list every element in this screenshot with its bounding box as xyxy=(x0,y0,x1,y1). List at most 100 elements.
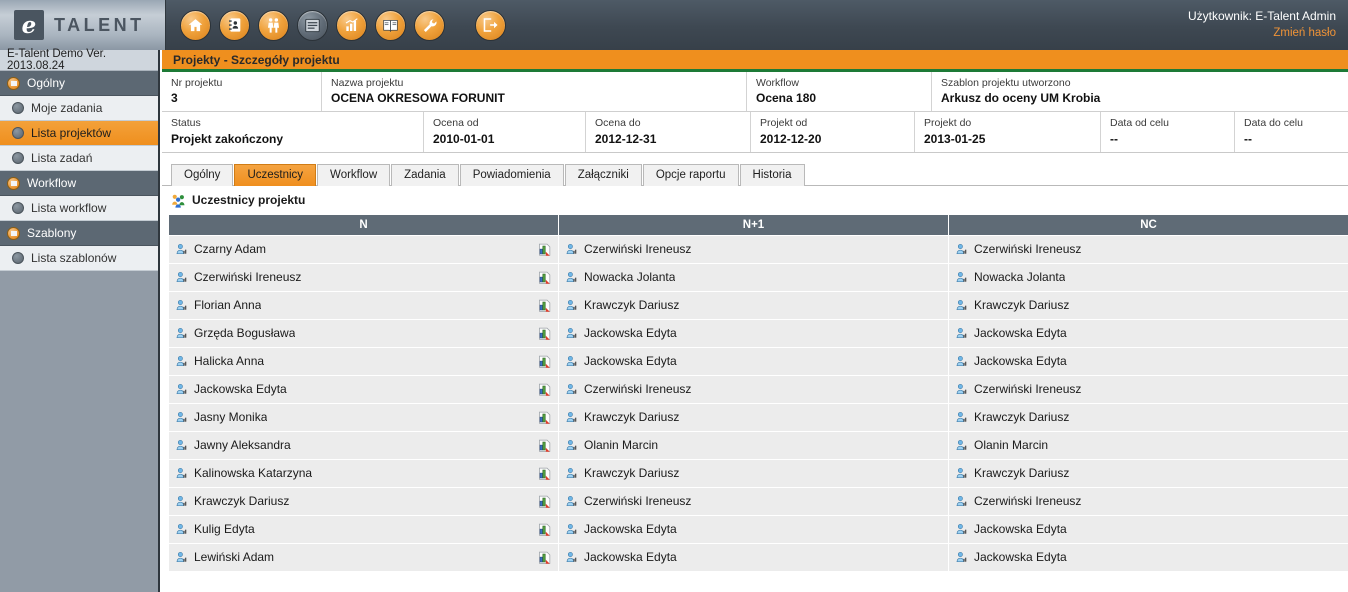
participant-name: Halicka Anna xyxy=(194,354,265,369)
column-header-nc[interactable]: NC xyxy=(948,213,1348,236)
row-report-button[interactable] xyxy=(537,298,552,313)
sidebar-item-lista-workflow[interactable]: Lista workflow xyxy=(0,196,158,221)
logout-icon[interactable] xyxy=(475,9,506,41)
row-report-button[interactable] xyxy=(537,438,552,453)
participant-name: Florian Anna xyxy=(194,298,262,313)
cell-n[interactable]: Jawny Aleksandra xyxy=(168,430,559,460)
user-icon xyxy=(176,355,187,366)
row-report-button[interactable] xyxy=(537,270,552,285)
cell-n[interactable]: Jasny Monika xyxy=(168,402,559,432)
cell-nc[interactable]: Czerwiński Ireneusz xyxy=(948,486,1348,516)
row-report-button[interactable] xyxy=(537,466,552,481)
cell-n[interactable]: Halicka Anna xyxy=(168,346,559,376)
tab-powiadomienia[interactable]: Powiadomienia xyxy=(459,163,564,186)
cell-n1[interactable]: Krawczyk Dariusz xyxy=(558,402,949,432)
row-report-button[interactable] xyxy=(537,550,552,565)
cell-n[interactable]: Florian Anna xyxy=(168,290,559,320)
tab-zadania[interactable]: Zadania xyxy=(391,163,459,186)
report-chart-icon[interactable] xyxy=(537,466,552,481)
cell-nc[interactable]: Czerwiński Ireneusz xyxy=(948,234,1348,264)
cell-nc[interactable]: Nowacka Jolanta xyxy=(948,262,1348,292)
participant-name: Czerwiński Ireneusz xyxy=(584,494,692,509)
cell-n[interactable]: Grzęda Bogusława xyxy=(168,318,559,348)
bar-chart-icon[interactable] xyxy=(336,9,367,41)
row-report-button[interactable] xyxy=(537,354,552,369)
home-icon[interactable] xyxy=(180,9,211,41)
app-logo[interactable]: e TALENT xyxy=(0,0,166,50)
cell-n[interactable]: Czerwiński Ireneusz xyxy=(168,262,559,292)
row-report-button[interactable] xyxy=(537,326,552,341)
cell-nc[interactable]: Olanin Marcin xyxy=(948,430,1348,460)
report-chart-icon[interactable] xyxy=(537,326,552,341)
report-chart-icon[interactable] xyxy=(537,438,552,453)
cell-n1[interactable]: Jackowska Edyta xyxy=(558,346,949,376)
tab-label: Ogólny xyxy=(184,169,221,182)
row-report-button[interactable] xyxy=(537,522,552,537)
report-chart-icon[interactable] xyxy=(537,354,552,369)
cell-n1[interactable]: Czerwiński Ireneusz xyxy=(558,486,949,516)
cell-n[interactable]: Lewiński Adam xyxy=(168,542,559,572)
tab-opcje-raportu[interactable]: Opcje raportu xyxy=(642,163,739,186)
cell-nc[interactable]: Krawczyk Dariusz xyxy=(948,402,1348,432)
tab-ogolny[interactable]: Ogólny xyxy=(171,163,234,186)
cell-nc[interactable]: Jackowska Edyta xyxy=(948,542,1348,572)
cell-nc[interactable]: Jackowska Edyta xyxy=(948,514,1348,544)
sidebar-item-lista-zadan[interactable]: Lista zadań xyxy=(0,146,158,171)
cell-n1[interactable]: Czerwiński Ireneusz xyxy=(558,234,949,264)
cell-n[interactable]: Krawczyk Dariusz xyxy=(168,486,559,516)
cell-nc[interactable]: Czerwiński Ireneusz xyxy=(948,374,1348,404)
people-icon[interactable] xyxy=(258,9,289,41)
row-report-button[interactable] xyxy=(537,494,552,509)
report-chart-icon[interactable] xyxy=(537,382,552,397)
tab-historia[interactable]: Historia xyxy=(739,163,805,186)
cell-n1[interactable]: Jackowska Edyta xyxy=(558,542,949,572)
row-report-button[interactable] xyxy=(537,242,552,257)
report-chart-icon[interactable] xyxy=(537,522,552,537)
table-row: Grzęda Bogusława Jackowska Edyta Jackowska… xyxy=(168,318,1348,348)
sidebar-item-lista-projektow[interactable]: Lista projektów xyxy=(0,121,158,146)
user-icon xyxy=(956,243,967,254)
sidebar-group-szablony[interactable]: Szablony xyxy=(0,221,158,246)
book-icon[interactable] xyxy=(375,9,406,41)
cell-n1[interactable]: Krawczyk Dariusz xyxy=(558,458,949,488)
section-heading: Uczestnicy projektu xyxy=(162,186,1348,214)
sidebar-group-workflow[interactable]: Workflow xyxy=(0,171,158,196)
report-chart-icon[interactable] xyxy=(537,242,552,257)
list-icon[interactable] xyxy=(297,9,328,41)
cell-n1[interactable]: Nowacka Jolanta xyxy=(558,262,949,292)
report-chart-icon[interactable] xyxy=(537,550,552,565)
address-book-icon[interactable] xyxy=(219,9,250,41)
cell-nc[interactable]: Krawczyk Dariusz xyxy=(948,290,1348,320)
tab-workflow[interactable]: Workflow xyxy=(317,163,391,186)
cell-n1[interactable]: Olanin Marcin xyxy=(558,430,949,460)
cell-nc[interactable]: Jackowska Edyta xyxy=(948,346,1348,376)
field-label: Projekt do xyxy=(924,117,972,130)
report-chart-icon[interactable] xyxy=(537,270,552,285)
row-report-button[interactable] xyxy=(537,382,552,397)
cell-n1[interactable]: Krawczyk Dariusz xyxy=(558,290,949,320)
report-chart-icon[interactable] xyxy=(537,298,552,313)
column-header-n1[interactable]: N+1 xyxy=(558,213,949,236)
cell-n1[interactable]: Jackowska Edyta xyxy=(558,318,949,348)
column-header-n[interactable]: N xyxy=(168,213,559,236)
change-password-link[interactable]: Zmień hasło xyxy=(1188,25,1336,42)
sidebar-item-moje-zadania[interactable]: Moje zadania xyxy=(0,96,158,121)
tab-zalaczniki[interactable]: Załączniki xyxy=(564,163,642,186)
people-group-icon xyxy=(172,194,185,208)
participant-name: Grzęda Bogusława xyxy=(194,326,296,341)
cell-n1[interactable]: Czerwiński Ireneusz xyxy=(558,374,949,404)
cell-n1[interactable]: Jackowska Edyta xyxy=(558,514,949,544)
sidebar-group-ogolny[interactable]: Ogólny xyxy=(0,71,158,96)
tab-uczestnicy[interactable]: Uczestnicy xyxy=(234,163,317,186)
wrench-icon[interactable] xyxy=(414,9,445,41)
cell-n[interactable]: Czarny Adam xyxy=(168,234,559,264)
report-chart-icon[interactable] xyxy=(537,410,552,425)
cell-nc[interactable]: Krawczyk Dariusz xyxy=(948,458,1348,488)
cell-n[interactable]: Kulig Edyta xyxy=(168,514,559,544)
cell-nc[interactable]: Jackowska Edyta xyxy=(948,318,1348,348)
row-report-button[interactable] xyxy=(537,410,552,425)
report-chart-icon[interactable] xyxy=(537,494,552,509)
sidebar-item-lista-szablonow[interactable]: Lista szablonów xyxy=(0,246,158,271)
cell-n[interactable]: Jackowska Edyta xyxy=(168,374,559,404)
cell-n[interactable]: Kalinowska Katarzyna xyxy=(168,458,559,488)
